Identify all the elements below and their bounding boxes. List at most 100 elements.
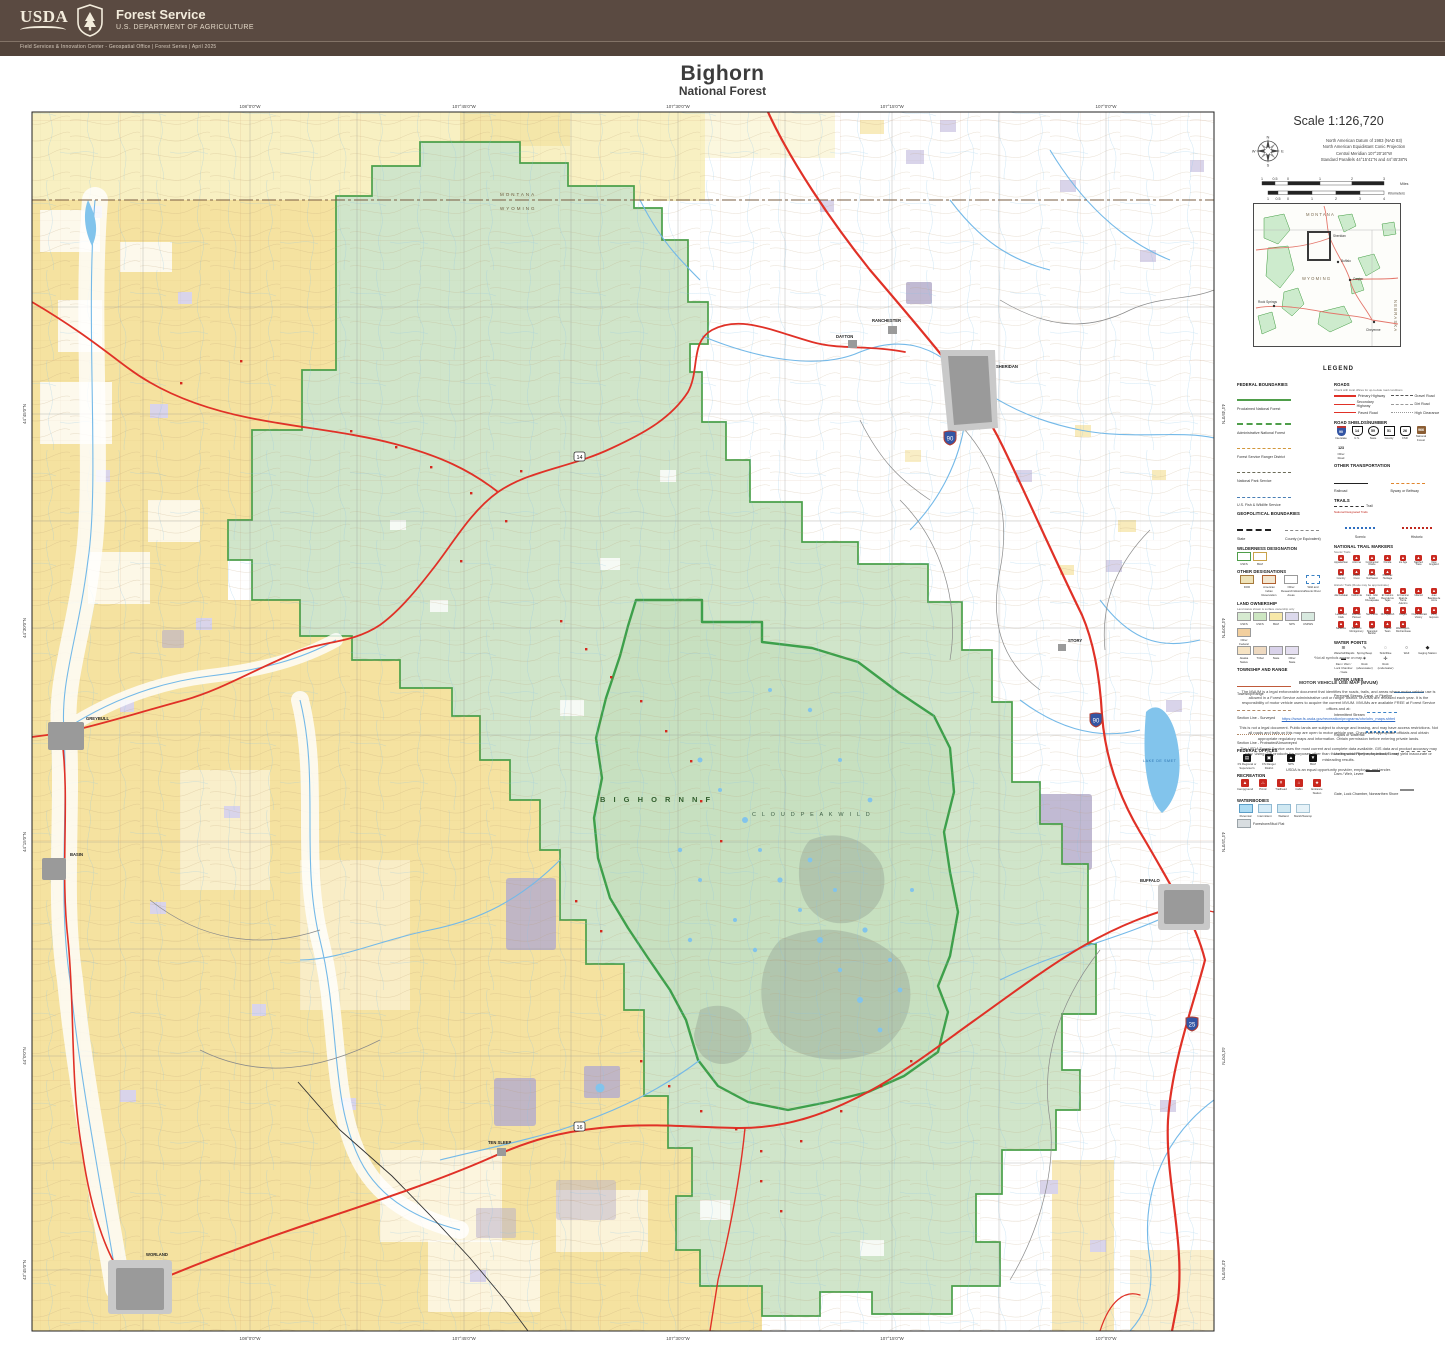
svg-text:107°15'0"W: 107°15'0"W [880, 1336, 904, 1341]
svg-text:107°0'0"W: 107°0'0"W [1095, 104, 1117, 109]
svg-text:0: 0 [1287, 177, 1289, 181]
township-grid [32, 112, 1214, 1331]
state-label-montana: MONTANA [500, 192, 536, 197]
svg-text:BUFFALO: BUFFALO [1140, 878, 1161, 883]
legend-recreation: ▲Campground⛬Picnic↟Trailhead⌂Cabin★Entra… [1237, 779, 1329, 795]
mvum-paragraph-2: This is not a legal document. Public lan… [1238, 725, 1439, 742]
svg-text:3: 3 [1359, 197, 1361, 201]
svg-text:1: 1 [1319, 177, 1321, 181]
legend-designated-trails: ScenicHistoric [1334, 515, 1443, 541]
svg-text:107°45'0"W: 107°45'0"W [452, 1336, 476, 1341]
svg-text:Buffalo: Buffalo [1341, 259, 1351, 263]
svg-text:44°30'0"N: 44°30'0"N [1221, 618, 1226, 638]
svg-text:SHERIDAN: SHERIDAN [996, 364, 1018, 369]
svg-text:44°0'0"N: 44°0'0"N [22, 1047, 27, 1065]
legend-other-designations: DODAmerican Indian ReservationOther Rese… [1237, 575, 1329, 597]
svg-text:STORY: STORY [1068, 638, 1082, 643]
lake-label: LAKE DE SMET [1143, 759, 1177, 763]
legend: LEGEND FEDERAL BOUNDARIES Proclaimed Nat… [1232, 366, 1445, 372]
svg-text:Casper: Casper [1353, 277, 1364, 281]
mvum-title: MOTOR VEHICLE USE MAP (MVUM) [1238, 680, 1439, 685]
svg-text:0.5: 0.5 [1276, 197, 1281, 201]
svg-text:4: 4 [1383, 197, 1385, 201]
legend-land-ownership-row2: Alaska NativeTribalStateOther State [1237, 646, 1329, 664]
svg-text:44°45'0"N: 44°45'0"N [1221, 404, 1226, 424]
svg-text:RANCHESTER: RANCHESTER [872, 318, 901, 323]
svg-text:Kilometers: Kilometers [1388, 192, 1405, 196]
main-map: 90 90 25 14 16 MONTANA WYOMING B I [0, 0, 1445, 1348]
svg-text:Cheyenne: Cheyenne [1366, 328, 1381, 332]
legend-land-ownership-row1: USFSUSFSBLMNPSUSFWSOther Federal [1237, 612, 1329, 646]
svg-text:2: 2 [1335, 197, 1337, 201]
mvum-notes: MOTOR VEHICLE USE MAP (MVUM) The MVUM is… [1238, 680, 1439, 776]
svg-text:90: 90 [947, 437, 954, 443]
compass-rose-icon: N S W E [1252, 135, 1284, 172]
svg-text:1: 1 [1267, 197, 1269, 201]
svg-text:107°0'0"W: 107°0'0"W [1095, 1336, 1117, 1341]
legend-geopolitical: StateCounty (or Equivalent) [1237, 517, 1329, 543]
svg-text:107°30'0"W: 107°30'0"W [666, 104, 690, 109]
legend-federal-boundaries: Proclaimed National ForestAdministrative… [1237, 388, 1329, 507]
legend-waterbodies-extra: Foreshore/Mud Flat [1237, 819, 1329, 828]
svg-text:108°0'0"W: 108°0'0"W [239, 1336, 261, 1341]
state-locator-inset: MONTANA WYOMING NEBRASKA Sheridan Buffal… [1253, 203, 1401, 347]
state-label-wyoming: WYOMING [500, 206, 537, 211]
legend-wilderness: USFSBLM [1237, 552, 1329, 566]
svg-text:44°45'0"N: 44°45'0"N [22, 404, 27, 424]
legend-title: LEGEND [1232, 366, 1445, 372]
svg-text:1: 1 [1311, 197, 1313, 201]
svg-text:3: 3 [1383, 177, 1385, 181]
svg-text:TEN SLEEP: TEN SLEEP [488, 1140, 511, 1145]
legend-waterbodies: PerennialIntermittentWetlandMarsh/Swamp [1237, 804, 1329, 818]
svg-text:MONTANA: MONTANA [1306, 212, 1335, 217]
svg-text:90: 90 [1093, 719, 1100, 725]
mvum-paragraph-3: The USDA Forest Service uses the most cu… [1238, 746, 1439, 763]
svg-text:44°0'0"N: 44°0'0"N [1221, 1047, 1226, 1065]
svg-text:NEBRASKA: NEBRASKA [1393, 300, 1398, 332]
svg-text:25: 25 [1189, 1023, 1196, 1029]
svg-text:0: 0 [1287, 197, 1289, 201]
svg-text:GREYBULL: GREYBULL [86, 716, 109, 721]
svg-text:0.5: 0.5 [1273, 177, 1278, 181]
mvum-equal-opportunity: USDA is an equal opportunity provider, e… [1238, 767, 1439, 773]
svg-text:Rock Springs: Rock Springs [1258, 300, 1277, 304]
svg-text:44°30'0"N: 44°30'0"N [22, 618, 27, 638]
mvum-url-link[interactable]: https://www.fs.usda.gov/recreation/progr… [1238, 716, 1439, 721]
svg-text:W: W [1252, 149, 1256, 154]
svg-text:43°45'0"N: 43°45'0"N [1221, 1260, 1226, 1280]
svg-text:DAYTON: DAYTON [836, 334, 853, 339]
scale-statement: Scale 1:126,720 [1232, 114, 1445, 128]
svg-text:44°15'0"N: 44°15'0"N [22, 832, 27, 852]
svg-text:44°15'0"N: 44°15'0"N [1221, 832, 1226, 852]
forest-area-label: B I G H O R N N F [600, 795, 713, 804]
svg-text:16: 16 [576, 1125, 582, 1131]
legend-historic-trail-markers: ▲Ala Kahakai▲California▲Capt. John Smith… [1334, 588, 1443, 636]
map-sheet: USDA Forest Service U.S. DEPARTMENT OF A… [0, 0, 1445, 1348]
legend-scenic-trail-markers: ▲Appalachian▲Arizona▲Continental Divide▲… [1334, 555, 1443, 581]
svg-text:N: N [1267, 135, 1270, 139]
svg-text:E: E [1281, 149, 1284, 154]
svg-text:107°30'0"W: 107°30'0"W [666, 1336, 690, 1341]
svg-text:S: S [1267, 163, 1270, 167]
svg-text:107°15'0"W: 107°15'0"W [880, 104, 904, 109]
svg-text:BASIN: BASIN [70, 852, 83, 857]
svg-text:Sheridan: Sheridan [1333, 234, 1346, 238]
legend-footnote: *Not all symbols appear on map. [1232, 656, 1445, 660]
mvum-paragraph-1: The MVUM is a legal enforceable document… [1238, 689, 1439, 712]
map-collar-panel: Scale 1:126,720 N S W E North Ame [1232, 108, 1445, 1343]
svg-text:1: 1 [1261, 177, 1263, 181]
svg-text:2: 2 [1351, 177, 1353, 181]
legend-trail: Trail [1334, 504, 1443, 508]
svg-text:WORLAND: WORLAND [146, 1252, 168, 1257]
svg-text:WYOMING: WYOMING [1302, 276, 1331, 281]
svg-text:43°45'0"N: 43°45'0"N [22, 1260, 27, 1280]
datum-projection-notes: North American Datum of 1983 (NAD 83)Nor… [1288, 138, 1440, 163]
legend-roads: Primary HighwayGravel RoadSecondary High… [1334, 393, 1443, 417]
svg-text:Miles: Miles [1400, 182, 1409, 186]
svg-text:14: 14 [576, 455, 582, 461]
svg-text:108°0'0"W: 108°0'0"W [239, 104, 261, 109]
legend-road-shields: 90Interstate14U.S.59State51County26FSR96… [1334, 426, 1443, 460]
legend-other-transportation: RailroadByway or Beltway [1334, 469, 1443, 495]
wilderness-area-label: C L O U D P E A K W I L D [752, 812, 872, 818]
svg-text:107°45'0"W: 107°45'0"W [452, 104, 476, 109]
